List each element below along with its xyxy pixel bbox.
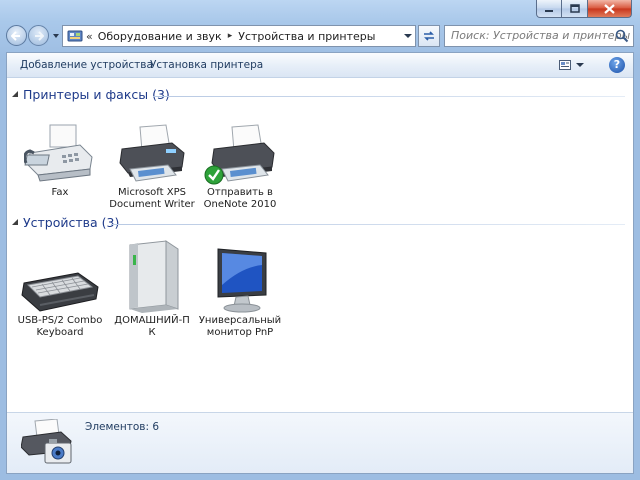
history-dropdown-icon[interactable]	[51, 31, 61, 41]
label-line: монитор PnP	[206, 327, 274, 338]
search-placeholder: Поиск: Устройства и принтеры	[451, 29, 631, 42]
label-line: USB-PS/2 Combo	[17, 315, 103, 326]
label-line: Fax	[51, 187, 69, 198]
collapse-triangle-icon[interactable]	[12, 91, 19, 98]
device-fax[interactable]: Fax	[16, 123, 104, 199]
device-keyboard[interactable]: USB-PS/2 Combo Keyboard	[16, 243, 104, 339]
device-label: USB-PS/2 Combo Keyboard	[16, 315, 104, 339]
add-device-button[interactable]: Добавление устройства	[20, 59, 153, 71]
device-onenote[interactable]: Отправить в OneNote 2010	[196, 123, 284, 211]
caption-buttons	[536, 0, 632, 18]
add-printer-button[interactable]: Установка принтера	[150, 59, 263, 71]
back-button[interactable]	[6, 25, 27, 46]
device-label: ДОМАШНИЙ-П К	[108, 315, 196, 339]
view-dropdown-icon	[576, 63, 584, 67]
device-xps-writer[interactable]: Microsoft XPS Document Writer	[108, 123, 196, 211]
group-devices-title: Устройства (3)	[23, 215, 120, 230]
address-overflow[interactable]: «	[86, 30, 93, 43]
label-line: OneNote 2010	[203, 199, 277, 210]
address-dropdown-icon[interactable]	[404, 32, 412, 40]
printer-icon	[119, 124, 185, 182]
navigation-bar: « Оборудование и звук ▸ Устройства и при…	[6, 24, 634, 50]
label-line: Microsoft XPS	[118, 187, 186, 198]
device-monitor[interactable]: Универсальный монитор PnP	[196, 245, 284, 339]
printer-default-icon	[204, 124, 275, 185]
breadcrumb-hardware-sound[interactable]: Оборудование и звук	[98, 30, 222, 43]
group-printers-header[interactable]: Принтеры и факсы (3)	[7, 85, 633, 105]
device-label: Fax	[16, 187, 104, 199]
devices-printers-window: « Оборудование и звук ▸ Устройства и при…	[0, 0, 640, 480]
help-button[interactable]: ?	[609, 57, 625, 73]
maximize-button[interactable]	[562, 0, 588, 18]
maximize-icon	[569, 4, 580, 13]
breadcrumb-devices-printers[interactable]: Устройства и принтеры	[238, 30, 375, 43]
arrow-right-icon	[35, 30, 44, 41]
device-label: Универсальный монитор PnP	[196, 315, 284, 339]
collapse-triangle-icon[interactable]	[12, 219, 19, 226]
close-button[interactable]	[588, 0, 632, 18]
group-devices-header[interactable]: Устройства (3)	[7, 213, 633, 233]
breadcrumb-separator[interactable]: ▸	[228, 31, 233, 41]
label-line: ДОМАШНИЙ-П	[114, 315, 190, 326]
keyboard-icon	[21, 272, 99, 312]
search-input[interactable]: Поиск: Устройства и принтеры	[444, 25, 634, 47]
refresh-icon	[424, 31, 434, 41]
change-view-button[interactable]	[559, 58, 589, 72]
label-line: Отправить в	[207, 187, 273, 198]
search-icon	[615, 29, 629, 43]
group-divider	[153, 96, 625, 97]
device-label: Microsoft XPS Document Writer	[108, 187, 196, 211]
details-pane: Элементов: 6	[7, 412, 633, 473]
refresh-button[interactable]	[418, 25, 440, 47]
monitor-icon	[217, 248, 267, 313]
command-bar: Добавление устройства Установка принтера…	[7, 53, 633, 78]
label-line: Keyboard	[36, 327, 84, 338]
fax-icon	[24, 124, 93, 182]
minimize-icon	[545, 9, 553, 12]
close-icon	[604, 3, 615, 14]
group-printers-title: Принтеры и факсы (3)	[23, 87, 170, 102]
arrow-left-icon	[11, 30, 20, 41]
minimize-button[interactable]	[536, 0, 562, 18]
computer-tower-icon	[129, 240, 179, 313]
item-count: Элементов: 6	[85, 421, 160, 433]
group-divider	[111, 224, 625, 225]
content-frame: Добавление устройства Установка принтера…	[6, 52, 634, 474]
device-computer[interactable]: ДОМАШНИЙ-П К	[108, 239, 196, 339]
label-line: К	[148, 327, 156, 338]
label-line: Универсальный	[198, 315, 282, 326]
address-bar[interactable]: « Оборудование и звук ▸ Устройства и при…	[62, 25, 416, 47]
control-panel-icon	[67, 30, 83, 42]
forward-button[interactable]	[28, 25, 49, 46]
device-label: Отправить в OneNote 2010	[196, 187, 284, 211]
view-icon	[559, 60, 571, 70]
label-line: Document Writer	[109, 199, 195, 210]
devices-printers-icon	[21, 419, 72, 464]
